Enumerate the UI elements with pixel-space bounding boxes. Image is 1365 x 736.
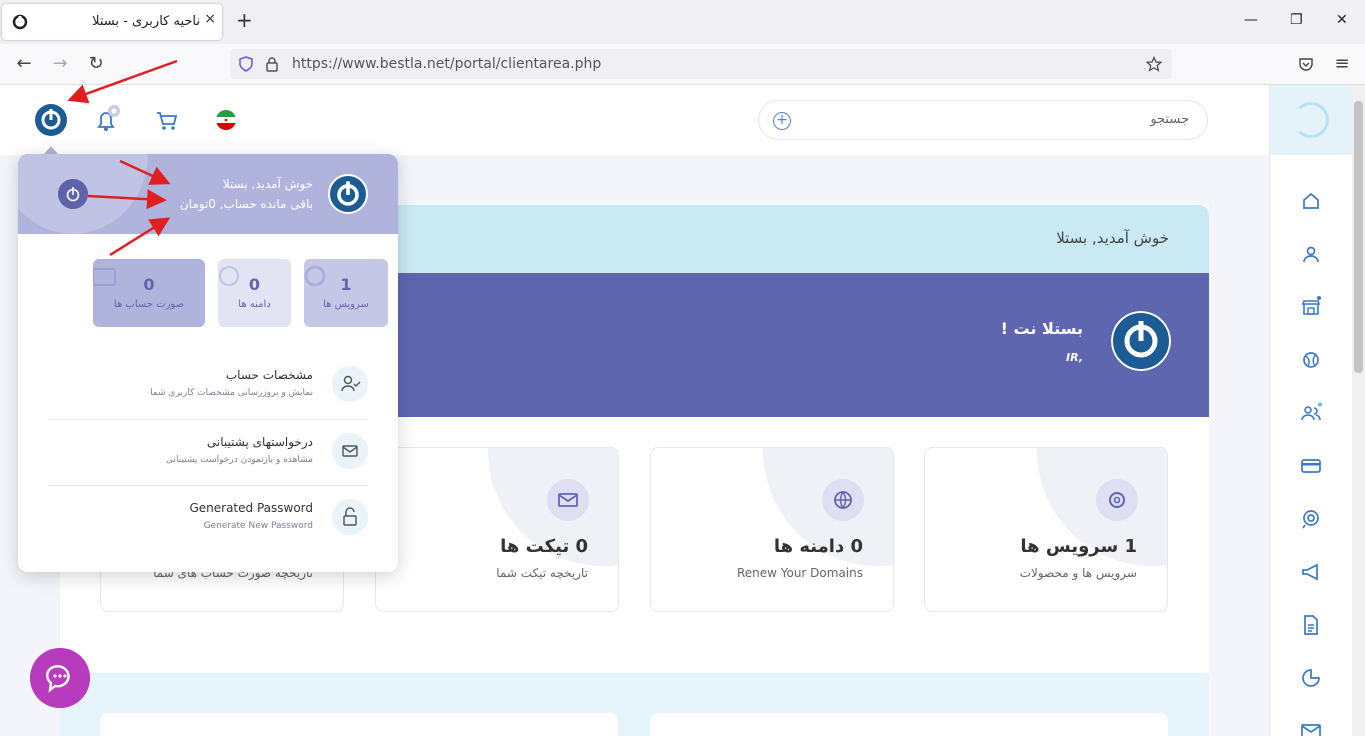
maximize-button[interactable]: ❐ — [1290, 12, 1303, 28]
banner-subtitle: IR, — [1066, 351, 1083, 364]
document-icon[interactable] — [1300, 614, 1322, 636]
tile-services[interactable]: 1 سرویس ها — [304, 259, 388, 327]
user-check-icon — [332, 366, 368, 402]
mail-icon — [547, 479, 589, 521]
user-menu-power-icon[interactable] — [34, 103, 68, 137]
forward-button[interactable]: → — [50, 54, 70, 74]
banner-title: بستلا نت ! — [1000, 319, 1083, 338]
store-icon[interactable] — [1300, 296, 1322, 318]
menu-item-subtitle: Generate New Password — [203, 521, 313, 531]
close-window-button[interactable]: ✕ — [1336, 12, 1348, 28]
shield-icon — [239, 56, 253, 72]
support-icon[interactable] — [1300, 508, 1322, 530]
welcome-strip-text: خوش آمدید, بستلا — [1056, 229, 1169, 247]
tile-label: دامنه ها — [238, 299, 271, 310]
browser-nav-bar: ← → ↻ https://www.bestla.net/portal/clie… — [0, 44, 1365, 85]
tab-close-icon[interactable]: × — [204, 11, 216, 27]
account-balance-text: باقی مانده حساب, 0تومان — [179, 197, 313, 211]
card-title: 0 دامنه ها — [773, 536, 863, 557]
reload-button[interactable]: ↻ — [86, 54, 106, 74]
card-subtitle: تاریخچه تیکت شما — [496, 566, 588, 580]
mail-icon[interactable] — [1300, 720, 1322, 736]
menu-item-title: Generated Password — [189, 501, 313, 515]
chat-widget-icon[interactable] — [30, 648, 90, 708]
domains-card[interactable]: 0 دامنه ها Renew Your Domains — [650, 447, 894, 612]
lock-icon — [266, 57, 278, 72]
credit-card-icon[interactable] — [1300, 455, 1322, 477]
dropdown-header: خوش آمدید, بستلا باقی مانده حساب, 0تومان — [18, 154, 398, 234]
globe-icon[interactable] — [1300, 349, 1322, 371]
search-plus-icon[interactable]: + — [773, 112, 791, 130]
tile-count: 1 — [340, 275, 352, 294]
menu-item-account-details[interactable]: مشخصات حساب نمایش و بروزرسانی مشخصات کار… — [48, 354, 368, 420]
site-favicon-icon — [12, 14, 28, 30]
pie-chart-icon[interactable] — [1300, 667, 1322, 689]
menu-item-support-tickets[interactable]: درخواستهای پشتیبانی مشاهده و بازنمودن در… — [48, 421, 368, 487]
menu-item-title: درخواستهای پشتیبانی — [206, 435, 313, 449]
menu-item-subtitle: مشاهده و بازنمودن درخواست پشتیبانی — [165, 455, 313, 465]
new-tab-button[interactable]: + — [236, 10, 253, 30]
search-input[interactable]: جستجو — [1150, 112, 1189, 127]
tile-invoices[interactable]: 0 صورت حساب ها — [93, 259, 205, 327]
dropdown-welcome-text: خوش آمدید, بستلا — [222, 177, 313, 191]
card-subtitle: سرویس ها و محصولات — [1019, 566, 1137, 580]
globe-icon — [822, 479, 864, 521]
users-icon[interactable] — [1300, 402, 1322, 424]
menu-item-subtitle: نمایش و بروزرسانی مشخصات کاربری شما — [150, 388, 313, 398]
search-box[interactable]: + جستجو — [758, 100, 1208, 140]
menu-item-generated-password[interactable]: Generated Password Generate New Password — [48, 487, 368, 553]
back-button[interactable]: ← — [14, 54, 34, 74]
cart-icon[interactable] — [150, 103, 184, 137]
browser-tab[interactable]: ناحیه کاربری - بستلا × — [2, 4, 222, 40]
menu-item-title: مشخصات حساب — [225, 368, 313, 382]
menu-divider — [48, 485, 368, 486]
iran-flag-icon[interactable] — [209, 103, 243, 137]
gear-icon — [1096, 479, 1138, 521]
menu-divider — [48, 419, 368, 420]
tickets-card[interactable]: 0 تیکت ها تاریخچه تیکت شما — [375, 447, 619, 612]
pocket-icon[interactable] — [1298, 56, 1314, 72]
lower-card — [100, 713, 618, 736]
unlock-icon — [332, 499, 368, 535]
megaphone-icon[interactable] — [1300, 561, 1322, 583]
user-icon[interactable] — [1300, 243, 1322, 265]
scrollbar-thumb[interactable] — [1354, 101, 1363, 373]
right-sidebar — [1269, 85, 1352, 736]
url-text: https://www.bestla.net/portal/clientarea… — [292, 56, 602, 72]
card-title: 1 سرویس ها — [1020, 536, 1137, 557]
address-bar[interactable]: https://www.bestla.net/portal/clientarea… — [230, 49, 1172, 79]
browser-tab-bar: ناحیه کاربری - بستلا × + — ❐ ✕ — [0, 0, 1365, 44]
tile-count: 0 — [143, 275, 155, 294]
dropdown-caret — [44, 146, 58, 154]
lower-card — [650, 713, 1168, 736]
minimize-button[interactable]: — — [1244, 12, 1258, 28]
tab-title: ناحیه کاربری - بستلا — [92, 14, 200, 29]
user-avatar — [328, 174, 368, 214]
card-subtitle: Renew Your Domains — [736, 566, 863, 580]
page-scrollbar[interactable] — [1352, 85, 1365, 736]
bookmark-star-icon[interactable] — [1146, 56, 1162, 72]
user-dropdown-menu: خوش آمدید, بستلا باقی مانده حساب, 0تومان… — [18, 154, 398, 572]
services-card[interactable]: 1 سرویس ها سرویس ها و محصولات — [924, 447, 1168, 612]
site-logo[interactable] — [1293, 102, 1329, 138]
site-header: + جستجو — [0, 85, 1269, 155]
tile-label: سرویس ها — [323, 299, 369, 310]
logout-power-icon[interactable] — [58, 179, 88, 209]
mail-icon — [332, 433, 368, 469]
tile-label: صورت حساب ها — [113, 299, 185, 310]
card-title: 0 تیکت ها — [500, 536, 588, 557]
sidebar-logo-area — [1270, 85, 1352, 155]
notifications-bell-icon[interactable] — [90, 103, 124, 137]
home-icon[interactable] — [1300, 190, 1322, 212]
brand-logo-icon — [1111, 311, 1171, 371]
tile-domains[interactable]: 0 دامنه ها — [218, 259, 291, 327]
menu-icon[interactable]: ≡ — [1332, 54, 1352, 74]
tile-count: 0 — [248, 275, 261, 294]
